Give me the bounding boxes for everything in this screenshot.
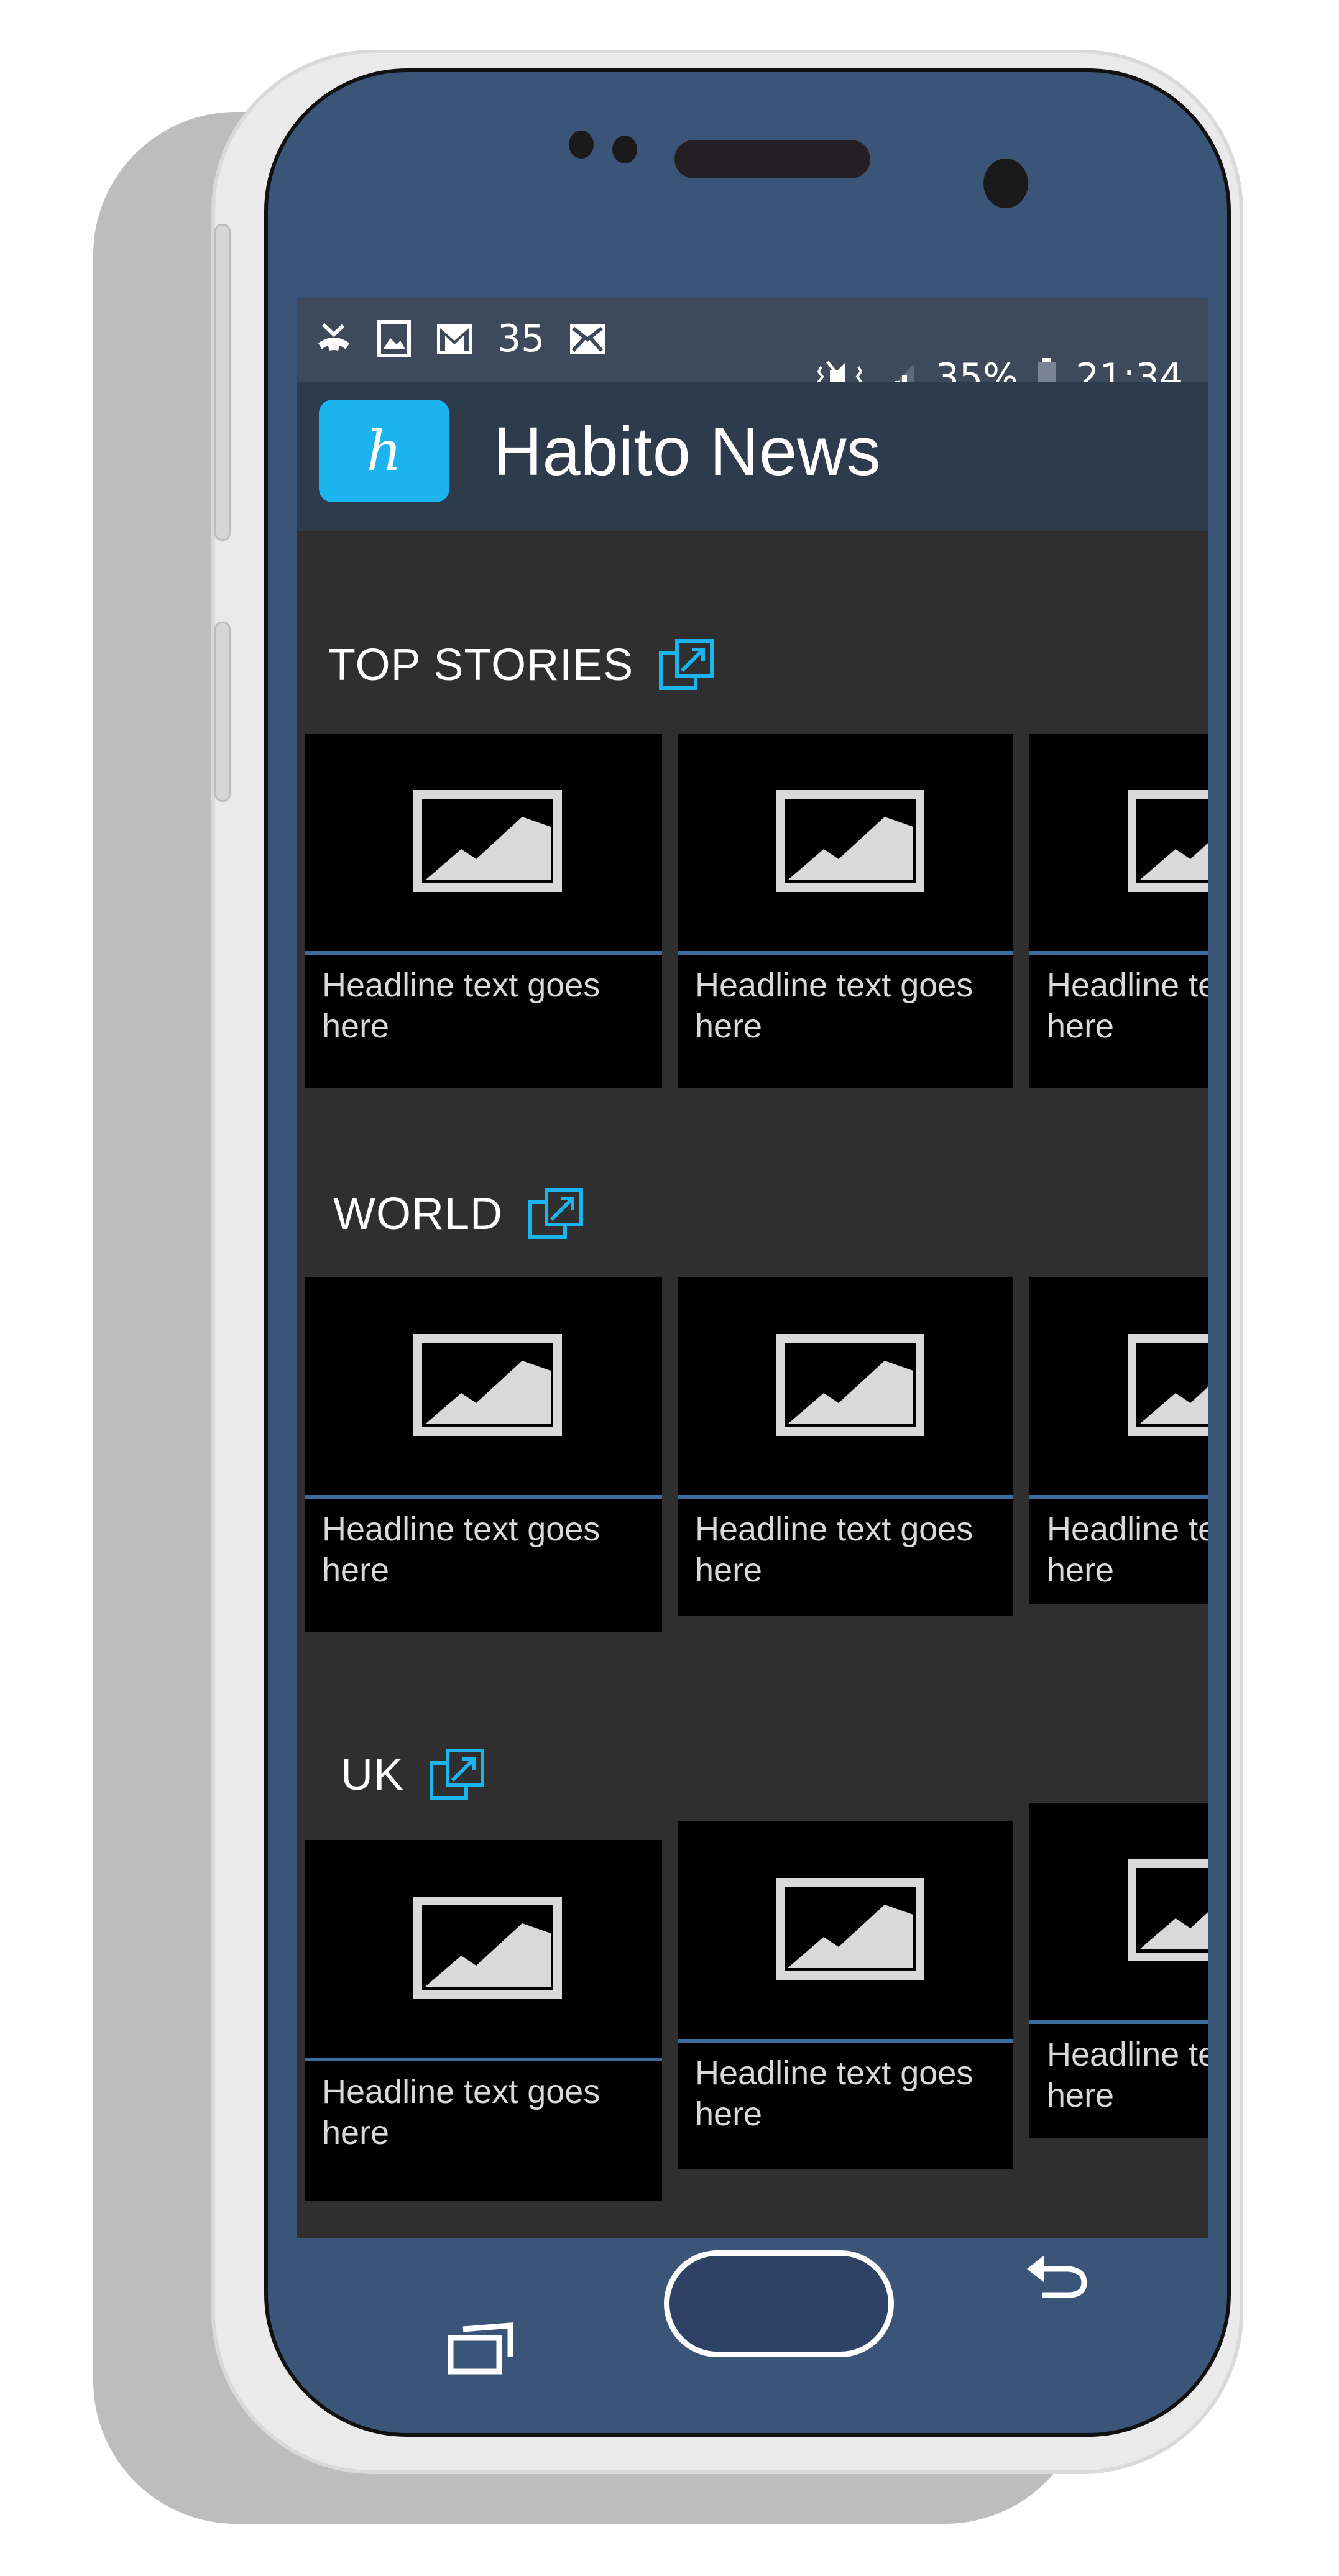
headline-text: Headline text goes here <box>695 2054 973 2133</box>
card-divider <box>1029 951 1208 955</box>
card-divider <box>678 1495 1013 1499</box>
image-placeholder-icon <box>678 1821 1013 2039</box>
section-title: TOP STORIES <box>328 640 634 690</box>
volume-up-button[interactable] <box>214 224 231 541</box>
card-divider <box>305 1495 662 1499</box>
headline-text: Headline text goes here <box>695 967 973 1045</box>
image-placeholder-icon <box>678 734 1013 951</box>
screen: 35 35% 21:34 h Habito News TOP STORIES H… <box>297 298 1208 2238</box>
earpiece-speaker <box>674 140 870 178</box>
open-external-icon[interactable] <box>527 1186 586 1242</box>
light-sensor <box>612 136 637 163</box>
news-card[interactable]: Headline text goes here <box>678 1277 1013 1616</box>
section-header-uk: UK <box>341 1747 487 1803</box>
headline-text: Headline text goes here <box>322 1511 600 1589</box>
news-card[interactable]: Headline text goes here <box>1029 734 1208 1088</box>
notification-count: 35 <box>497 317 545 361</box>
missed-call-icon <box>315 320 353 358</box>
news-card[interactable]: Headline text goes here <box>678 1821 1013 2169</box>
card-divider <box>305 951 662 955</box>
news-card[interactable]: Headline text goes here <box>1029 1803 1208 2138</box>
news-card[interactable]: Headline text goes here <box>678 734 1013 1088</box>
section-title: WORLD <box>333 1189 503 1239</box>
headline-text: Headline text goes here <box>1047 1511 1208 1589</box>
card-divider <box>678 2039 1013 2043</box>
volume-down-button[interactable] <box>214 622 231 802</box>
open-external-icon[interactable] <box>657 637 717 693</box>
image-placeholder-icon <box>1029 1803 1208 2020</box>
headline-text: Headline text goes here <box>322 2073 600 2151</box>
section-header-top-stories: TOP STORIES <box>328 637 717 693</box>
image-placeholder-icon <box>678 1277 1013 1495</box>
back-arrow-icon <box>1027 2255 1087 2298</box>
headline-text: Headline text goes here <box>322 967 600 1045</box>
image-placeholder-icon <box>305 1277 662 1495</box>
image-placeholder-icon <box>1029 734 1208 951</box>
card-divider <box>678 951 1013 955</box>
open-external-icon[interactable] <box>428 1747 487 1803</box>
card-divider <box>1029 2020 1208 2024</box>
headline-text: Headline text goes here <box>1047 2036 1208 2114</box>
card-divider <box>1029 1495 1208 1499</box>
headline-text: Headline text goes here <box>1047 967 1208 1045</box>
stage: 35 35% 21:34 h Habito News TOP STORIES H… <box>0 0 1339 2576</box>
headline-text: Headline text goes here <box>695 1511 973 1589</box>
status-bar: 35 35% 21:34 <box>297 298 1208 399</box>
status-left: 35 <box>315 317 607 361</box>
news-card[interactable]: Headline text goes here <box>1029 1277 1208 1604</box>
card-divider <box>305 2058 662 2061</box>
image-placeholder-icon <box>305 734 662 951</box>
image-placeholder-icon <box>1029 1277 1208 1495</box>
gallery-icon <box>377 320 412 358</box>
app-bar: h Habito News <box>297 382 1208 531</box>
gmail-icon <box>435 322 474 356</box>
app-logo[interactable]: h <box>319 400 449 502</box>
proximity-sensor <box>569 131 594 159</box>
recent-apps-icon <box>448 2322 513 2375</box>
recent-apps-button[interactable] <box>444 2316 519 2380</box>
back-button[interactable] <box>1019 2244 1094 2309</box>
front-camera <box>983 159 1028 208</box>
home-button[interactable] <box>664 2250 894 2357</box>
section-header-world: WORLD <box>333 1186 586 1242</box>
app-title: Habito News <box>493 413 881 490</box>
news-card[interactable]: Headline text goes here <box>305 1840 662 2201</box>
news-card[interactable]: Headline text goes here <box>305 734 662 1088</box>
section-title: UK <box>341 1750 405 1800</box>
image-placeholder-icon <box>305 1840 662 2058</box>
email-icon <box>568 322 607 356</box>
news-card[interactable]: Headline text goes here <box>305 1277 662 1632</box>
